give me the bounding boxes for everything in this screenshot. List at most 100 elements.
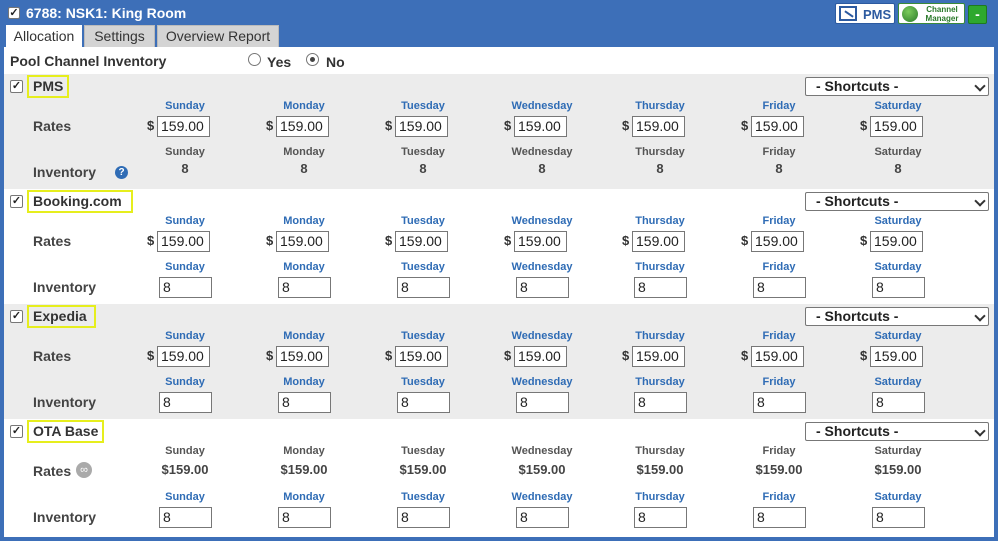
currency-symbol: $ bbox=[385, 233, 393, 248]
inventory-input[interactable]: 8 bbox=[397, 507, 450, 528]
inventory-input[interactable]: 8 bbox=[159, 277, 212, 298]
room-checkbox[interactable]: ✓ bbox=[8, 7, 20, 19]
rate-input[interactable]: 159.00 bbox=[157, 116, 210, 137]
inventory-input[interactable]: 8 bbox=[872, 277, 925, 298]
inventory-input[interactable]: 8 bbox=[753, 392, 806, 413]
rate-day-header: Wednesday bbox=[511, 215, 573, 227]
window-frame: ✓ 6788: NSK1: King Room PMS Channel Mana… bbox=[0, 0, 998, 541]
rate-day-header: Thursday bbox=[635, 445, 685, 457]
shortcuts-label: - Shortcuts - bbox=[816, 78, 899, 94]
currency-symbol: $ bbox=[860, 233, 868, 248]
inventory-input[interactable]: 8 bbox=[634, 277, 687, 298]
shortcuts-select[interactable]: - Shortcuts - bbox=[805, 77, 989, 96]
inventory-input[interactable]: 8 bbox=[516, 277, 569, 298]
shortcuts-select[interactable]: - Shortcuts - bbox=[805, 422, 989, 441]
tab-settings[interactable]: Settings bbox=[84, 25, 155, 47]
rate-day-header: Friday bbox=[762, 330, 796, 342]
inventory-input[interactable]: 8 bbox=[753, 507, 806, 528]
rate-day-header: Tuesday bbox=[401, 215, 445, 227]
rate-input[interactable]: 159.00 bbox=[157, 346, 210, 367]
rate-input[interactable]: 159.00 bbox=[751, 346, 804, 367]
channel-checkbox[interactable]: ✓ bbox=[10, 80, 23, 93]
inventory-day-header: Thursday bbox=[635, 376, 685, 388]
inventory-label: Inventory bbox=[33, 164, 97, 180]
chevron-down-icon bbox=[974, 310, 986, 322]
inventory-input[interactable]: 8 bbox=[278, 277, 331, 298]
inventory-input[interactable]: 8 bbox=[159, 507, 212, 528]
chevron-down-icon bbox=[974, 80, 986, 92]
rate-input[interactable]: 159.00 bbox=[751, 231, 804, 252]
rate-input[interactable]: 159.00 bbox=[395, 231, 448, 252]
rate-input[interactable]: 159.00 bbox=[514, 346, 567, 367]
rate-input[interactable]: 159.00 bbox=[395, 346, 448, 367]
inventory-input[interactable]: 8 bbox=[634, 392, 687, 413]
inventory-day-header: Tuesday bbox=[401, 146, 445, 158]
rate-input[interactable]: 159.00 bbox=[157, 231, 210, 252]
shortcuts-select[interactable]: - Shortcuts - bbox=[805, 192, 989, 211]
collapse-button[interactable]: - bbox=[968, 5, 987, 24]
inventory-day-header: Saturday bbox=[874, 376, 922, 388]
shortcuts-select[interactable]: - Shortcuts - bbox=[805, 307, 989, 326]
rate-input[interactable]: 159.00 bbox=[870, 231, 923, 252]
channel-manager-button[interactable]: Channel Manager bbox=[898, 3, 965, 24]
rate-day-header: Saturday bbox=[874, 330, 922, 342]
rate-day-header: Wednesday bbox=[511, 100, 573, 112]
inventory-input[interactable]: 8 bbox=[278, 392, 331, 413]
inventory-label: Inventory bbox=[33, 279, 97, 295]
rate-input[interactable]: 159.00 bbox=[870, 346, 923, 367]
window-title: 6788: NSK1: King Room bbox=[26, 5, 187, 21]
chevron-down-icon bbox=[974, 195, 986, 207]
link-icon[interactable]: ∞ bbox=[76, 462, 92, 478]
inventory-input[interactable]: 8 bbox=[872, 392, 925, 413]
rate-input[interactable]: 159.00 bbox=[276, 346, 329, 367]
rate-day-header: Saturday bbox=[874, 215, 922, 227]
pool-no-radio[interactable] bbox=[306, 53, 319, 66]
rate-input[interactable]: 159.00 bbox=[632, 346, 685, 367]
pms-button[interactable]: PMS bbox=[835, 3, 895, 24]
inventory-input[interactable]: 8 bbox=[278, 507, 331, 528]
inventory-day-header: Monday bbox=[283, 146, 325, 158]
rate-day-header: Saturday bbox=[874, 445, 922, 457]
rate-input[interactable]: 159.00 bbox=[514, 231, 567, 252]
channel-name: Expedia bbox=[27, 305, 96, 328]
currency-symbol: $ bbox=[860, 348, 868, 363]
rate-input[interactable]: 159.00 bbox=[870, 116, 923, 137]
question-icon[interactable]: ? bbox=[115, 166, 128, 179]
inventory-input[interactable]: 8 bbox=[872, 507, 925, 528]
rate-day-header: Wednesday bbox=[511, 330, 573, 342]
rate-value: $159.00 bbox=[399, 462, 447, 477]
inventory-day-header: Monday bbox=[283, 261, 325, 273]
rate-input[interactable]: 159.00 bbox=[632, 116, 685, 137]
rate-input[interactable]: 159.00 bbox=[276, 231, 329, 252]
rate-value: $159.00 bbox=[280, 462, 328, 477]
inventory-input[interactable]: 8 bbox=[753, 277, 806, 298]
rate-input[interactable]: 159.00 bbox=[751, 116, 804, 137]
channel-checkbox[interactable]: ✓ bbox=[10, 195, 23, 208]
inventory-day-header: Wednesday bbox=[511, 491, 573, 503]
rate-input[interactable]: 159.00 bbox=[632, 231, 685, 252]
rate-day-header: Monday bbox=[283, 215, 325, 227]
tab-overview-report[interactable]: Overview Report bbox=[157, 25, 279, 47]
inventory-input[interactable]: 8 bbox=[397, 392, 450, 413]
inventory-day-header: Wednesday bbox=[511, 376, 573, 388]
inventory-input[interactable]: 8 bbox=[516, 507, 569, 528]
currency-symbol: $ bbox=[266, 348, 274, 363]
rate-input[interactable]: 159.00 bbox=[276, 116, 329, 137]
pool-yes-radio[interactable] bbox=[248, 53, 261, 66]
rate-input[interactable]: 159.00 bbox=[395, 116, 448, 137]
inventory-input[interactable]: 8 bbox=[397, 277, 450, 298]
channel-checkbox[interactable]: ✓ bbox=[10, 310, 23, 323]
inventory-input[interactable]: 8 bbox=[634, 507, 687, 528]
rate-day-header: Sunday bbox=[165, 330, 205, 342]
channel-checkbox[interactable]: ✓ bbox=[10, 425, 23, 438]
inventory-input[interactable]: 8 bbox=[516, 392, 569, 413]
inventory-day-header: Tuesday bbox=[401, 491, 445, 503]
inventory-day-header: Sunday bbox=[165, 261, 205, 273]
rate-day-header: Friday bbox=[762, 100, 796, 112]
inventory-day-header: Saturday bbox=[874, 146, 922, 158]
inventory-input[interactable]: 8 bbox=[159, 392, 212, 413]
inventory-value: 8 bbox=[894, 161, 902, 176]
rate-day-header: Friday bbox=[762, 215, 796, 227]
rate-input[interactable]: 159.00 bbox=[514, 116, 567, 137]
tab-allocation[interactable]: Allocation bbox=[6, 25, 82, 47]
